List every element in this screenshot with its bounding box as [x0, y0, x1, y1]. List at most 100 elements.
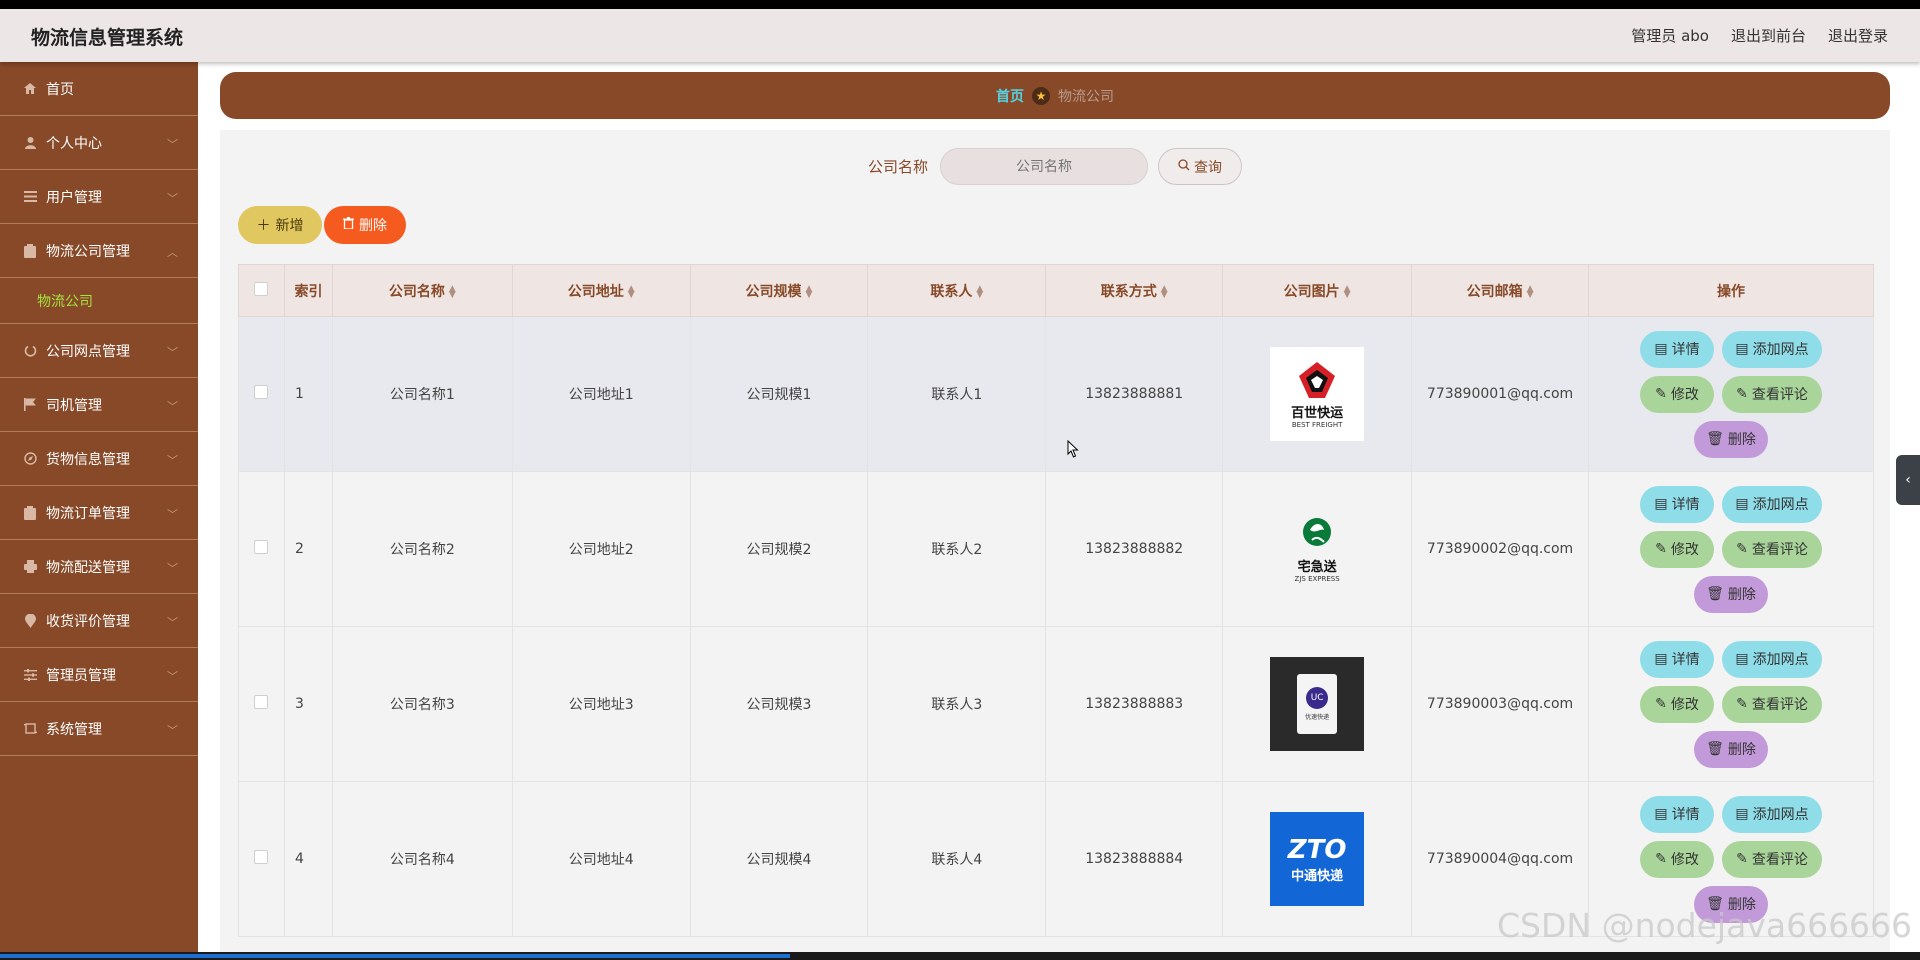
row-checkbox[interactable] [254, 695, 269, 709]
detail-button[interactable]: ▤ 详情 [1640, 330, 1715, 368]
chevron-down-icon: ﹀ [167, 724, 178, 737]
index-cell: 1 [283, 316, 333, 472]
document-icon: ▤ [1654, 341, 1668, 357]
company-image-cell: UC 优速快递 [1222, 626, 1413, 782]
sidebar-item-cargo-management[interactable]: 货物信息管理 ﹀ [0, 432, 198, 486]
add-branch-button[interactable]: ▤ 添加网点 [1722, 330, 1823, 368]
delete-button[interactable]: 🗑 删除 [1694, 730, 1769, 768]
company-logo-image[interactable]: 宅急送 ZJS EXPRESS [1270, 502, 1365, 596]
printer-icon [22, 559, 38, 575]
column-header-scale[interactable]: 公司规模 ▲ ▼ [689, 264, 869, 317]
column-header-name[interactable]: 公司名称 ▲ ▼ [331, 264, 513, 317]
delete-button[interactable]: 🗑 删除 [1694, 420, 1769, 458]
sidebar-item-branch-management[interactable]: 公司网点管理 ﹀ [0, 324, 198, 378]
sort-icon[interactable]: ▲ ▼ [976, 284, 983, 299]
column-header-email[interactable]: 公司邮箱 ▲ ▼ [1411, 264, 1590, 317]
table-row[interactable]: 2 公司名称2 公司地址2 公司规模2 联系人2 13823888882 宅急送… [238, 471, 1874, 627]
sidebar-item-logistics-company-management[interactable]: 物流公司管理 ︿ [0, 224, 198, 278]
delete-button[interactable]: 🗑 删除 [1694, 575, 1769, 613]
logo-subtext: ZTO [1287, 834, 1347, 865]
sidebar-item-system-management[interactable]: 系统管理 ﹀ [0, 702, 198, 756]
row-checkbox[interactable] [254, 850, 269, 864]
sort-icon[interactable]: ▲ ▼ [806, 284, 813, 299]
add-branch-button[interactable]: ▤ 添加网点 [1722, 640, 1823, 678]
detail-button[interactable]: ▤ 详情 [1640, 485, 1715, 523]
row-checkbox-cell [238, 471, 285, 627]
logo-text: 宅急送 [1297, 559, 1337, 575]
company-name-search-input[interactable] [940, 148, 1148, 185]
sidebar-item-personal-center[interactable]: 个人中心 ﹀ [0, 116, 198, 170]
edit-button[interactable]: ✎ 修改 [1640, 375, 1715, 413]
row-checkbox[interactable] [254, 540, 269, 554]
table-row[interactable]: 1 公司名称1 公司地址1 公司规模1 联系人1 13823888881 百世快… [238, 316, 1874, 472]
detail-button[interactable]: ▤ 详情 [1640, 795, 1715, 833]
edit-button[interactable]: ✎ 修改 [1640, 685, 1715, 723]
view-reviews-button[interactable]: ✎ 查看评论 [1722, 530, 1823, 568]
chevron-down-icon: ﹀ [167, 562, 178, 575]
app-title: 物流信息管理系统 [31, 27, 184, 49]
sidebar-subitem-logistics-company[interactable]: 物流公司 [0, 278, 198, 324]
company-logo-image[interactable]: ZTO 中通快递 [1270, 812, 1365, 906]
email-cell: 773890003@qq.com [1411, 626, 1590, 782]
actions-cell: ▤ 详情 ▤ 添加网点 ✎ 修改 ✎ 查看评论 🗑 删除 [1588, 471, 1874, 627]
edit-button[interactable]: ✎ 修改 [1640, 530, 1715, 568]
column-header-image[interactable]: 公司图片 ▲ ▼ [1222, 264, 1413, 317]
view-reviews-button[interactable]: ✎ 查看评论 [1722, 375, 1823, 413]
company-name-cell: 公司名称1 [331, 316, 513, 472]
edit-button[interactable]: ✎ 修改 [1640, 840, 1715, 878]
sort-icon[interactable]: ▲ ▼ [1161, 284, 1168, 299]
edit-button-label: 修改 [1670, 852, 1699, 868]
phone-cell: 13823888882 [1045, 471, 1224, 627]
sort-icon[interactable]: ▲ ▼ [1527, 284, 1534, 299]
batch-delete-button[interactable]: 删除 [324, 206, 406, 244]
sidebar-item-review-management[interactable]: 收货评价管理 ﹀ [0, 594, 198, 648]
view-reviews-button[interactable]: ✎ 查看评论 [1722, 685, 1823, 723]
collapse-panel-toggle[interactable]: ‹ [1896, 455, 1920, 505]
company-address-cell: 公司地址1 [511, 316, 691, 472]
add-branch-button[interactable]: ▤ 添加网点 [1722, 485, 1823, 523]
sidebar-item-label: 首页 [46, 81, 74, 98]
column-header-label: 公司地址 [567, 283, 624, 300]
logout-link[interactable]: 退出登录 [1828, 25, 1888, 46]
select-all-checkbox[interactable] [254, 281, 269, 296]
row-checkbox[interactable] [254, 385, 269, 399]
sidebar-item-driver-management[interactable]: 司机管理 ﹀ [0, 378, 198, 432]
search-icon [1178, 158, 1190, 175]
sidebar-item-admin-management[interactable]: 管理员管理 ﹀ [0, 648, 198, 702]
view-reviews-button[interactable]: ✎ 查看评论 [1722, 840, 1823, 878]
pencil-icon: ✎ [1736, 851, 1748, 867]
pencil-icon: ✎ [1736, 541, 1748, 557]
trash-icon: 🗑 [1706, 431, 1724, 447]
sort-icon[interactable]: ▲ ▼ [449, 284, 456, 299]
company-name-cell: 公司名称4 [331, 781, 513, 937]
column-header-address[interactable]: 公司地址 ▲ ▼ [511, 264, 691, 317]
select-all-cell [238, 264, 285, 317]
logo-subtext: ZJS EXPRESS [1294, 574, 1340, 583]
add-button[interactable]: ＋ 新增 [238, 206, 322, 244]
search-button-label: 查询 [1194, 159, 1222, 176]
breadcrumb-home-link[interactable]: 首页 [996, 86, 1024, 106]
column-header-label: 索引 [294, 283, 323, 300]
detail-button[interactable]: ▤ 详情 [1640, 640, 1715, 678]
column-header-phone[interactable]: 联系方式 ▲ ▼ [1045, 264, 1224, 317]
search-button[interactable]: 查询 [1158, 148, 1242, 185]
sort-icon[interactable]: ▲ ▼ [1344, 284, 1351, 299]
exit-to-front-link[interactable]: 退出到前台 [1731, 25, 1806, 46]
add-branch-button[interactable]: ▤ 添加网点 [1722, 795, 1823, 833]
company-logo-image[interactable]: 百世快运 BEST FREIGHT [1270, 347, 1365, 441]
table-row[interactable]: 3 公司名称3 公司地址3 公司规模3 联系人3 13823888883 UC … [238, 626, 1874, 782]
column-header-contact[interactable]: 联系人 ▲ ▼ [867, 264, 1047, 317]
sidebar-item-label: 收货评价管理 [46, 613, 130, 630]
sort-icon[interactable]: ▲ ▼ [628, 284, 635, 299]
top-header: 物流信息管理系统 管理员 abo 退出到前台 退出登录 [0, 9, 1920, 62]
chevron-down-icon: ﹀ [167, 192, 178, 205]
company-logo-image[interactable]: UC 优速快递 [1270, 657, 1365, 751]
sidebar-item-order-management[interactable]: 物流订单管理 ﹀ [0, 486, 198, 540]
document-icon: ▤ [1654, 651, 1668, 667]
sidebar-item-label: 用户管理 [46, 189, 102, 206]
sidebar-item-user-management[interactable]: 用户管理 ﹀ [0, 170, 198, 224]
edit-button-label: 修改 [1670, 387, 1699, 403]
sidebar-item-home[interactable]: 首页 [0, 62, 198, 116]
sidebar-item-delivery-management[interactable]: 物流配送管理 ﹀ [0, 540, 198, 594]
search-label: 公司名称 [867, 158, 928, 176]
